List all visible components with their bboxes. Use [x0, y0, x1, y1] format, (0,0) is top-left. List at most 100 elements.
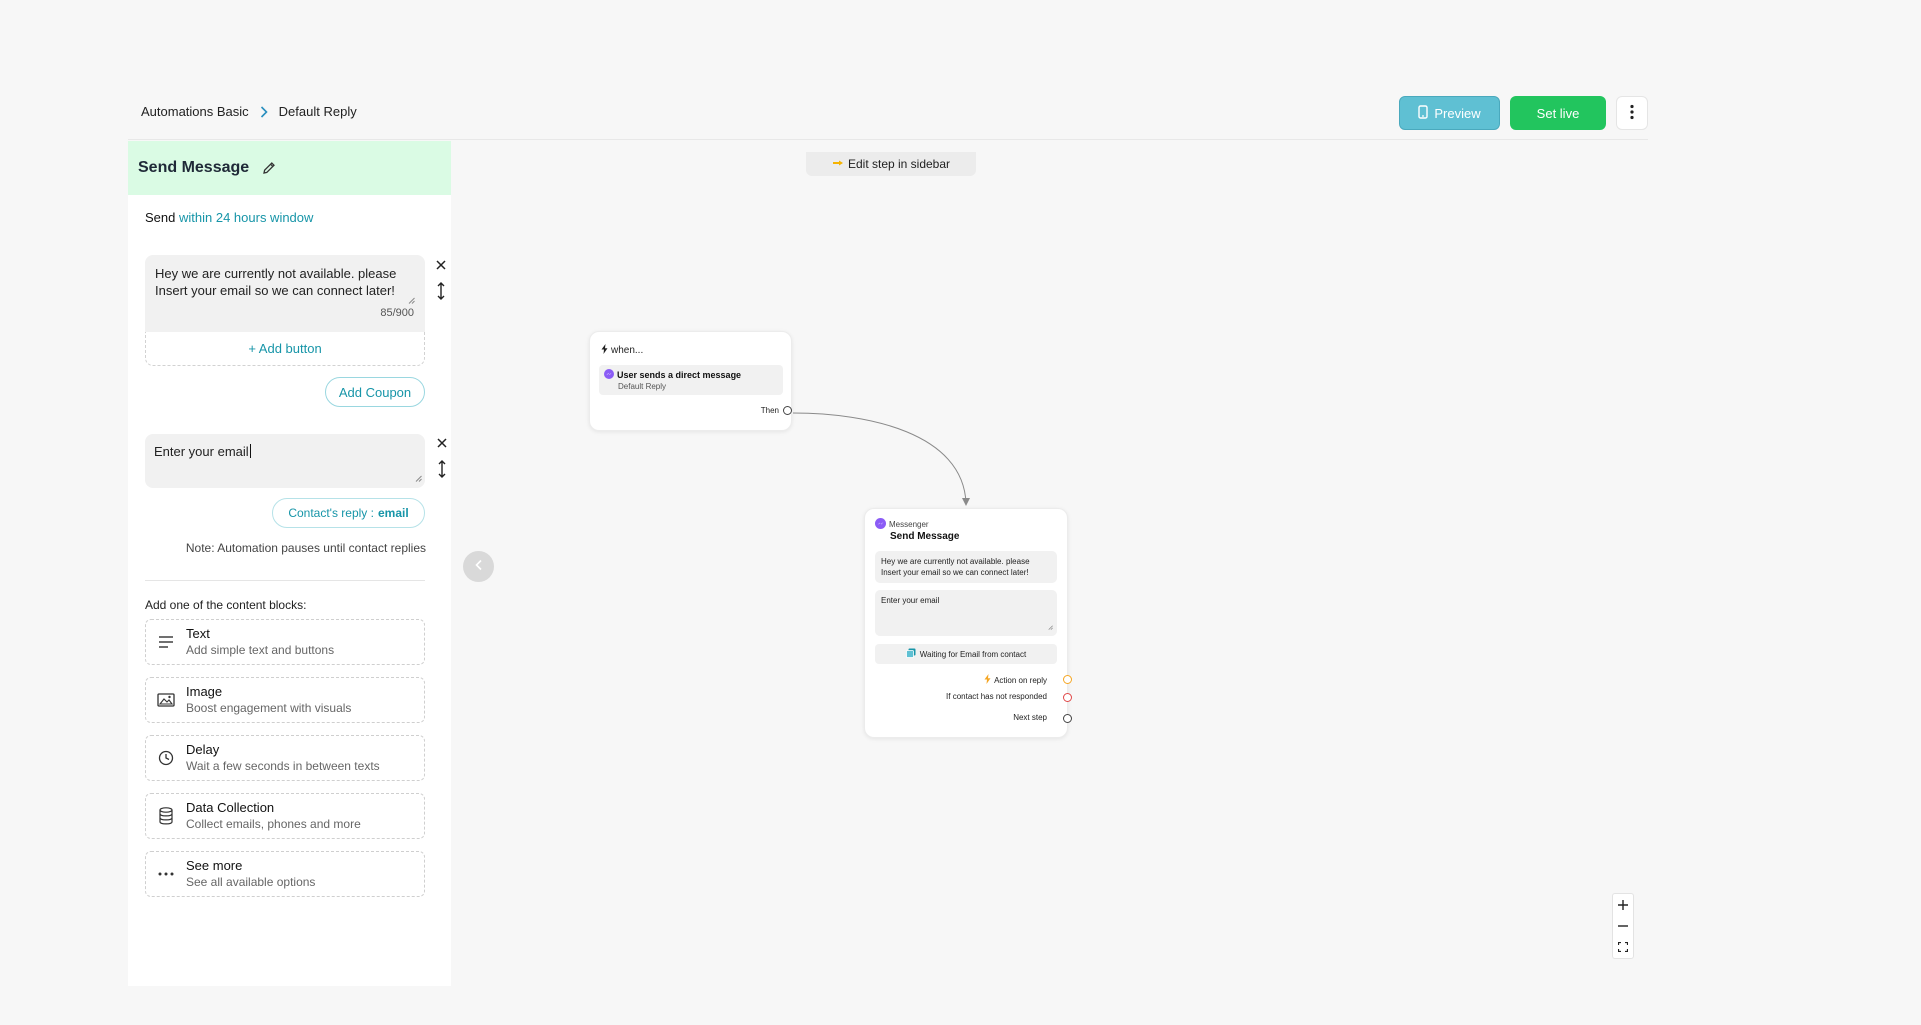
- node-email-text: Enter your email: [881, 596, 940, 605]
- reorder-arrows-icon[interactable]: [437, 460, 447, 483]
- database-icon: [146, 807, 186, 825]
- collapse-sidebar-button[interactable]: [463, 551, 494, 582]
- block-title: Text: [186, 626, 210, 641]
- app-frame: Automations Basic Default Reply Preview …: [128, 88, 1648, 986]
- block-title: Data Collection: [186, 800, 275, 815]
- vertical-dots-icon: [1630, 104, 1634, 123]
- block-subtitle: See all available options: [186, 875, 316, 889]
- pointing-hand-icon: [832, 157, 844, 171]
- content-block-see-more[interactable]: See more See all available options: [145, 851, 425, 897]
- when-label: when...: [611, 345, 644, 356]
- more-options-button[interactable]: [1616, 96, 1648, 130]
- next-step-label: Next step: [1013, 713, 1047, 722]
- trigger-event-card[interactable]: User sends a direct message Default Repl…: [599, 365, 783, 395]
- waiting-chip: Waiting for Email from contact: [875, 644, 1057, 664]
- dots-icon: [146, 872, 186, 876]
- phone-icon: [1418, 104, 1429, 122]
- block-title: Image: [186, 684, 223, 699]
- not-responded-label: If contact has not responded: [946, 692, 1047, 701]
- divider: [145, 580, 425, 581]
- zoom-out-button[interactable]: [1613, 916, 1633, 936]
- trigger-node[interactable]: when... User sends a direct message Defa…: [589, 331, 792, 431]
- message-textarea[interactable]: Hey we are currently not available. plea…: [145, 255, 425, 332]
- edit-hint-text: Edit step in sidebar: [847, 157, 951, 171]
- contact-reply-chip[interactable]: Contact's reply : email: [272, 498, 425, 528]
- preview-label: Preview: [1434, 105, 1481, 121]
- form-icon: [905, 648, 916, 660]
- resize-grip-icon[interactable]: [415, 470, 422, 485]
- set-live-button[interactable]: Set live: [1510, 96, 1606, 130]
- trigger-event-sub: Default Reply: [618, 382, 667, 391]
- step-sidebar: Send Message Send within 24 hours window…: [128, 141, 451, 986]
- preview-button[interactable]: Preview: [1399, 96, 1500, 130]
- breadcrumb-root[interactable]: Automations Basic: [141, 104, 249, 119]
- message-text: Hey we are currently not available. plea…: [155, 266, 397, 298]
- block-title: Delay: [186, 742, 220, 757]
- node-title: Send Message: [890, 531, 960, 542]
- node-email-prompt: Enter your email: [875, 590, 1057, 636]
- action-on-reply-row: Action on reply: [984, 674, 1047, 686]
- top-bar: Automations Basic Default Reply Preview …: [128, 88, 1648, 140]
- send-window-link[interactable]: within 24 hours window: [179, 210, 313, 225]
- add-button[interactable]: + Add button: [145, 332, 425, 366]
- resize-grip-icon[interactable]: [408, 291, 415, 308]
- chevron-left-icon: [474, 558, 483, 576]
- node-header: Messenger Send Message: [875, 518, 959, 542]
- node-channel: Messenger: [889, 520, 929, 529]
- zoom-controls: [1612, 893, 1634, 959]
- breadcrumb-current: Default Reply: [278, 104, 357, 119]
- image-icon: [146, 693, 186, 707]
- block-subtitle: Collect emails, phones and more: [186, 817, 361, 831]
- reply-chip-value: email: [377, 506, 409, 520]
- content-blocks-heading: Add one of the content blocks:: [145, 598, 307, 612]
- send-window-line: Send within 24 hours window: [145, 210, 313, 225]
- trigger-when: when...: [601, 344, 643, 357]
- fit-view-button[interactable]: [1613, 937, 1633, 957]
- action-on-reply-label: Action on reply: [994, 675, 1047, 685]
- sidebar-header: Send Message: [128, 141, 451, 195]
- email-prompt-textarea[interactable]: Enter your email: [145, 434, 425, 488]
- block-subtitle: Boost engagement with visuals: [186, 701, 352, 715]
- trigger-event: User sends a direct message: [617, 370, 742, 380]
- pause-note: Note: Automation pauses until contact re…: [185, 541, 426, 555]
- edit-step-hint: Edit step in sidebar: [806, 152, 976, 176]
- messenger-icon: [875, 518, 886, 531]
- message-controls: [433, 258, 449, 305]
- send-message-node[interactable]: Messenger Send Message Hey we are curren…: [864, 508, 1072, 738]
- content-block-text[interactable]: Text Add simple text and buttons: [145, 619, 425, 665]
- close-icon[interactable]: [436, 436, 448, 454]
- content-block-data-collection[interactable]: Data Collection Collect emails, phones a…: [145, 793, 425, 839]
- sidebar-title: Send Message: [138, 159, 250, 176]
- messenger-icon: [604, 369, 614, 381]
- block-subtitle: Wait a few seconds in between texts: [186, 759, 380, 773]
- clock-icon: [146, 750, 186, 766]
- waiting-label: Waiting for Email from contact: [919, 649, 1027, 659]
- top-actions: Preview Set live: [1399, 96, 1648, 130]
- close-icon[interactable]: [435, 258, 447, 276]
- resize-grip-icon: [1048, 623, 1053, 632]
- zoom-in-button[interactable]: [1613, 895, 1633, 915]
- not-responded-port[interactable]: [1063, 693, 1072, 702]
- block-title: See more: [186, 858, 243, 873]
- reply-chip-prefix: Contact's reply :: [288, 506, 374, 520]
- chevron-right-icon: [257, 105, 271, 119]
- email-controls: [434, 436, 450, 483]
- action-on-reply-port[interactable]: [1063, 675, 1072, 684]
- next-step-row: Next step: [1013, 713, 1047, 722]
- reorder-arrows-icon[interactable]: [436, 282, 446, 305]
- not-responded-row: If contact has not responded: [946, 692, 1047, 701]
- pencil-icon[interactable]: [261, 160, 277, 176]
- node-message-text: Hey we are currently not available. plea…: [875, 551, 1057, 583]
- content-block-delay[interactable]: Delay Wait a few seconds in between text…: [145, 735, 425, 781]
- add-coupon-button[interactable]: Add Coupon: [325, 377, 425, 407]
- next-step-port[interactable]: [1063, 714, 1072, 723]
- then-label: Then: [760, 406, 779, 415]
- text-caret: [249, 444, 251, 458]
- block-subtitle: Add simple text and buttons: [186, 643, 335, 657]
- lightning-icon: [984, 674, 991, 686]
- content-block-image[interactable]: Image Boost engagement with visuals: [145, 677, 425, 723]
- then-port[interactable]: [783, 406, 792, 415]
- send-prefix: Send: [145, 210, 176, 225]
- lightning-icon: [601, 344, 608, 357]
- breadcrumb: Automations Basic Default Reply: [141, 104, 357, 119]
